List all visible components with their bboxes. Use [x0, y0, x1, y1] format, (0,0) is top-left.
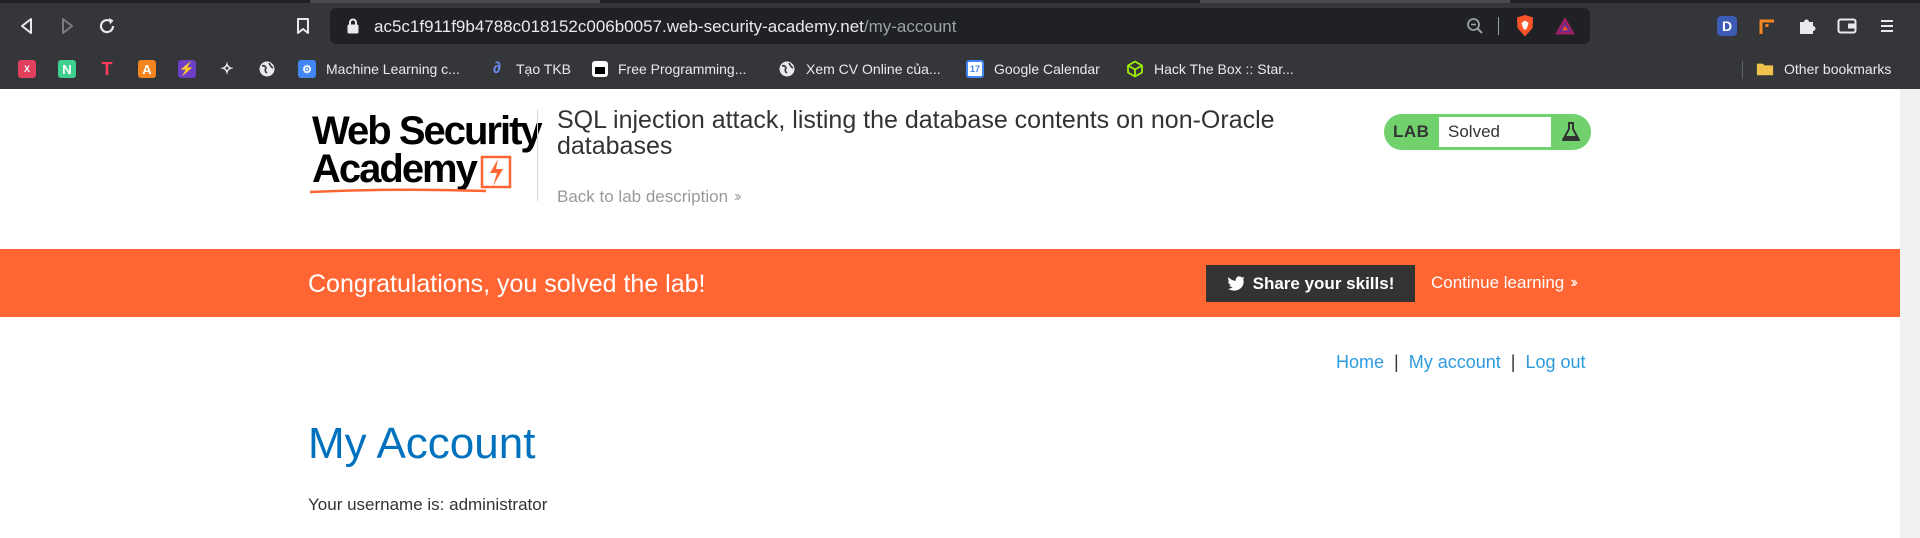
brave-shield-icon[interactable]: [1514, 14, 1536, 38]
bookmark-hack-the-box[interactable]: Hack The Box :: Star...: [1126, 57, 1294, 81]
solved-message: Congratulations, you solved the lab!: [308, 270, 706, 298]
extension-d-icon: D: [1717, 16, 1737, 36]
scrollbar[interactable]: [1900, 89, 1920, 538]
bookmark-label: Xem CV Online của...: [806, 61, 941, 77]
address-bar[interactable]: ac5c1f911f9b4788c018152c006b0057.web-sec…: [330, 8, 1590, 44]
feather-icon: ✧: [220, 61, 234, 78]
bookmark-xem-cv[interactable]: Xem CV Online của...: [778, 57, 941, 81]
brave-rewards-icon[interactable]: [1554, 16, 1576, 36]
double-chevron-right-icon: ››: [1570, 274, 1577, 291]
globe-icon: [259, 61, 275, 77]
url-text[interactable]: ac5c1f911f9b4788c018152c006b0057.web-sec…: [374, 17, 956, 37]
reload-button[interactable]: [94, 13, 120, 39]
bookmark-notion[interactable]: N: [58, 57, 86, 81]
lab-status-text: Solved: [1439, 117, 1551, 147]
omnibox-divider: [1498, 17, 1499, 35]
twitter-icon: [1227, 276, 1245, 291]
bookmark-icon: [297, 18, 309, 34]
forward-button[interactable]: [54, 13, 80, 39]
share-skills-label: Share your skills!: [1252, 273, 1395, 293]
bookmark-t[interactable]: T: [98, 57, 126, 81]
calendar-icon: 17: [966, 60, 984, 78]
bookmark-tao-tkb[interactable]: ∂ Tạo TKB: [488, 57, 571, 81]
logo-underline: [309, 188, 487, 194]
top-navigation: Home | My account | Log out: [1336, 352, 1586, 373]
bookmark-google-calendar[interactable]: 17 Google Calendar: [966, 57, 1100, 81]
flask-icon: [1562, 122, 1580, 141]
bookmark-bolt[interactable]: ⚡: [178, 57, 206, 81]
puzzle-icon: [1800, 19, 1816, 34]
xmind-icon: X: [18, 60, 36, 78]
share-skills-button[interactable]: Share your skills!: [1206, 265, 1415, 302]
bookmark-globe[interactable]: [258, 57, 286, 81]
a-logo-icon: A: [138, 60, 156, 78]
nav-my-account-link[interactable]: My account: [1409, 352, 1501, 372]
extension-d-button[interactable]: D: [1716, 15, 1738, 37]
box-icon: [592, 61, 608, 77]
lab-title: SQL injection attack, listing the databa…: [557, 106, 1275, 160]
hamburger-menu-icon: [1881, 20, 1893, 32]
notion-n-icon: N: [58, 60, 76, 78]
double-chevron-right-icon: ››: [734, 188, 741, 205]
bolt-icon: ⚡: [178, 60, 196, 78]
extension-tools-button[interactable]: [1756, 15, 1778, 37]
folder-icon: [1756, 63, 1774, 76]
browser-chrome: ac5c1f911f9b4788c018152c006b0057.web-sec…: [0, 0, 1920, 89]
bookmark-xmind[interactable]: X: [18, 57, 46, 81]
extension-tools-icon: [1759, 19, 1774, 34]
wallet-button[interactable]: [1836, 15, 1858, 37]
bookmark-label: Machine Learning c...: [326, 61, 460, 77]
url-path: /my-account: [863, 17, 957, 36]
other-bookmarks-label: Other bookmarks: [1784, 61, 1892, 77]
zoom-icon[interactable]: [1466, 17, 1484, 35]
bookmark-label: Free Programming...: [618, 61, 747, 77]
menu-button[interactable]: [1876, 15, 1898, 37]
other-bookmarks[interactable]: Other bookmarks: [1756, 57, 1891, 81]
reload-icon: [99, 18, 115, 34]
bookmark-feather[interactable]: ✧: [218, 57, 246, 81]
lab-tag: LAB: [1393, 122, 1430, 141]
continue-learning-label: Continue learning: [1431, 273, 1565, 292]
logo-lightning-icon: [480, 155, 512, 189]
bookmark-label: Tạo TKB: [516, 61, 571, 77]
logo-line-2: Academy: [312, 147, 478, 191]
cube-icon: [1127, 60, 1143, 78]
lock-icon[interactable]: [346, 17, 360, 35]
nav-separator: |: [1394, 352, 1399, 372]
page-content: Web Security Academy SQL injection attac…: [0, 89, 1920, 538]
bookmark-free-programming[interactable]: Free Programming...: [592, 57, 746, 81]
globe-icon: [779, 61, 795, 77]
forward-arrow-icon: [62, 18, 73, 34]
page-title: My Account: [308, 419, 536, 468]
nav-log-out-link[interactable]: Log out: [1525, 352, 1585, 372]
url-host: ac5c1f911f9b4788c018152c006b0057.web-sec…: [374, 17, 864, 36]
bookmark-machine-learning[interactable]: ⚙ Machine Learning c...: [298, 57, 460, 81]
wallet-icon: [1837, 18, 1857, 34]
back-arrow-icon: [21, 18, 32, 34]
back-link-text: Back to lab description: [557, 187, 729, 206]
swirl-icon: ∂: [493, 60, 501, 77]
solved-banner: Congratulations, you solved the lab! Sha…: [0, 249, 1900, 317]
bookmark-label: Google Calendar: [994, 61, 1100, 77]
navigation-bar: ac5c1f911f9b4788c018152c006b0057.web-sec…: [0, 3, 1920, 49]
header-divider: [537, 109, 538, 201]
extensions-button[interactable]: [1796, 15, 1818, 37]
web-security-academy-logo[interactable]: Web Security Academy: [308, 111, 543, 195]
continue-learning-link[interactable]: Continue learning ››: [1431, 273, 1578, 293]
bookmark-a[interactable]: A: [138, 57, 166, 81]
bookmarks-bar: X N T A ⚡ ✧ ⚙ Machine Learning c... ∂ Tạ…: [0, 49, 1920, 89]
nav-separator: |: [1510, 352, 1516, 372]
logo-line-1: Web Security: [312, 109, 543, 153]
bookmark-page-button[interactable]: [290, 13, 316, 39]
lab-status-widget: LAB Solved: [1384, 114, 1591, 150]
back-to-lab-description-link[interactable]: Back to lab description ››: [557, 187, 741, 207]
username-text: Your username is: administrator: [308, 495, 548, 514]
bookmarks-divider: [1742, 61, 1743, 79]
back-button[interactable]: [14, 13, 40, 39]
t-logo-icon: T: [101, 58, 113, 79]
robot-icon: ⚙: [298, 60, 316, 78]
nav-home-link[interactable]: Home: [1336, 352, 1384, 372]
bookmark-label: Hack The Box :: Star...: [1154, 61, 1294, 77]
